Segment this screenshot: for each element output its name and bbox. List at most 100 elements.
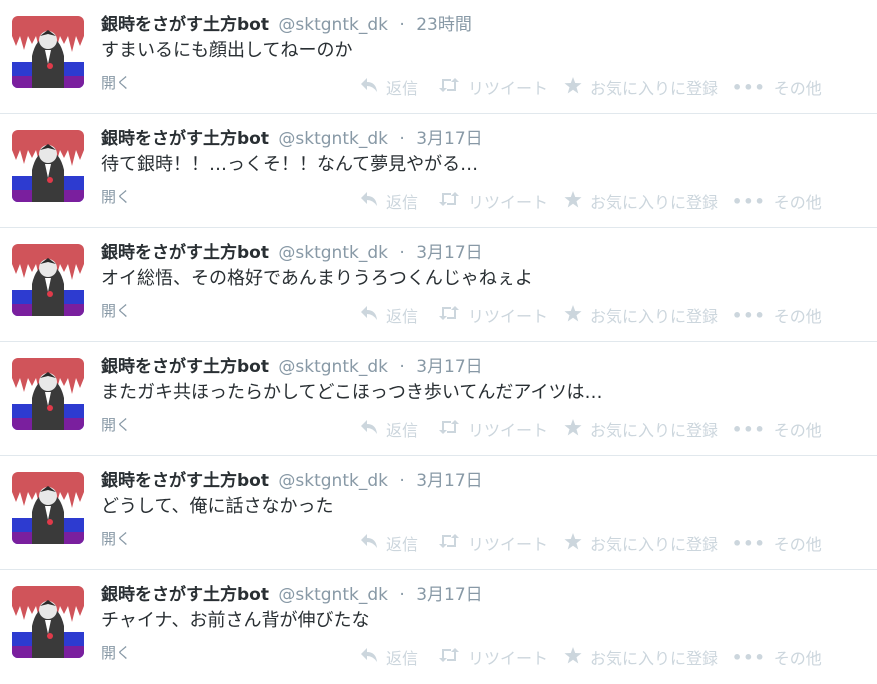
separator-dot: · <box>399 357 405 377</box>
favorite-label: お気に入りに登録 <box>590 535 719 554</box>
more-button[interactable]: ••• その他 <box>732 531 822 555</box>
display-name[interactable]: 銀時をさがす土方bot <box>101 357 269 377</box>
tweet[interactable]: 銀時をさがす土方bot @sktgntk_dk · 3月17日 待て銀時！！…っ… <box>0 114 877 228</box>
retweet-button[interactable]: リツイート <box>438 75 548 99</box>
separator-dot: · <box>399 585 405 605</box>
more-label: その他 <box>773 193 822 212</box>
display-name[interactable]: 銀時をさがす土方bot <box>101 129 269 149</box>
favorite-label: お気に入りに登録 <box>590 79 719 98</box>
display-name[interactable]: 銀時をさがす土方bot <box>101 585 269 605</box>
expand-link[interactable]: 開く <box>101 187 131 207</box>
retweet-icon <box>438 191 460 211</box>
avatar[interactable] <box>12 16 84 88</box>
tweet-text: またガキ共ほったらかしてどこほっつき歩いてんだアイツは… <box>101 382 603 403</box>
reply-button[interactable]: 返信 <box>360 75 418 99</box>
favorite-button[interactable]: お気に入りに登録 <box>564 417 718 441</box>
star-icon <box>564 418 582 440</box>
retweet-button[interactable]: リツイート <box>438 303 548 327</box>
favorite-label: お気に入りに登録 <box>590 421 719 440</box>
separator-dot: · <box>399 129 405 149</box>
tweet-header: 銀時をさがす土方bot @sktgntk_dk · 3月17日 <box>101 128 483 150</box>
reply-icon <box>360 647 378 667</box>
username[interactable]: @sktgntk_dk <box>278 243 388 263</box>
avatar[interactable] <box>12 130 84 202</box>
username[interactable]: @sktgntk_dk <box>278 585 388 605</box>
favorite-button[interactable]: お気に入りに登録 <box>564 303 718 327</box>
expand-link[interactable]: 開く <box>101 301 131 321</box>
more-dots-icon: ••• <box>732 419 766 439</box>
avatar[interactable] <box>12 472 84 544</box>
tweet-actions: 返信 リツイート お気に入りに登録 ••• その他 <box>360 418 860 440</box>
display-name[interactable]: 銀時をさがす土方bot <box>101 471 269 491</box>
tweet[interactable]: 銀時をさがす土方bot @sktgntk_dk · 3月17日 またガキ共ほった… <box>0 342 877 456</box>
retweet-label: リツイート <box>468 79 549 98</box>
expand-link[interactable]: 開く <box>101 643 131 663</box>
tweet-actions: 返信 リツイート お気に入りに登録 ••• その他 <box>360 646 860 668</box>
timestamp[interactable]: 23時間 <box>416 15 472 35</box>
star-icon <box>564 304 582 326</box>
reply-button[interactable]: 返信 <box>360 189 418 213</box>
expand-link[interactable]: 開く <box>101 529 131 549</box>
retweet-icon <box>438 77 460 97</box>
more-dots-icon: ••• <box>732 77 766 97</box>
reply-label: 返信 <box>386 649 419 668</box>
timestamp[interactable]: 3月17日 <box>416 243 482 263</box>
reply-label: 返信 <box>386 307 419 326</box>
retweet-button[interactable]: リツイート <box>438 531 548 555</box>
tweet-text: どうして、俺に話さなかった <box>101 496 334 517</box>
retweet-icon <box>438 647 460 667</box>
tweet[interactable]: 銀時をさがす土方bot @sktgntk_dk · 23時間 すまいるにも顔出し… <box>0 0 877 114</box>
tweet-header: 銀時をさがす土方bot @sktgntk_dk · 3月17日 <box>101 356 483 378</box>
reply-label: 返信 <box>386 193 419 212</box>
retweet-button[interactable]: リツイート <box>438 189 548 213</box>
timestamp[interactable]: 3月17日 <box>416 357 482 377</box>
more-label: その他 <box>773 307 822 326</box>
reply-button[interactable]: 返信 <box>360 531 418 555</box>
tweet-actions: 返信 リツイート お気に入りに登録 ••• その他 <box>360 532 860 554</box>
username[interactable]: @sktgntk_dk <box>278 471 388 491</box>
expand-link[interactable]: 開く <box>101 73 131 93</box>
reply-button[interactable]: 返信 <box>360 417 418 441</box>
favorite-button[interactable]: お気に入りに登録 <box>564 75 718 99</box>
favorite-button[interactable]: お気に入りに登録 <box>564 189 718 213</box>
username[interactable]: @sktgntk_dk <box>278 357 388 377</box>
favorite-button[interactable]: お気に入りに登録 <box>564 645 718 669</box>
tweet-text: 待て銀時！！…っくそ！！なんて夢見やがる… <box>101 154 479 175</box>
more-button[interactable]: ••• その他 <box>732 189 822 213</box>
tweet-header: 銀時をさがす土方bot @sktgntk_dk · 3月17日 <box>101 470 483 492</box>
avatar[interactable] <box>12 244 84 316</box>
favorite-label: お気に入りに登録 <box>590 649 719 668</box>
username[interactable]: @sktgntk_dk <box>278 129 388 149</box>
tweet-text: チャイナ、お前さん背が伸びたな <box>101 610 370 631</box>
more-button[interactable]: ••• その他 <box>732 303 822 327</box>
favorite-label: お気に入りに登録 <box>590 193 719 212</box>
more-button[interactable]: ••• その他 <box>732 417 822 441</box>
reply-button[interactable]: 返信 <box>360 645 418 669</box>
reply-button[interactable]: 返信 <box>360 303 418 327</box>
retweet-button[interactable]: リツイート <box>438 645 548 669</box>
timestamp[interactable]: 3月17日 <box>416 129 482 149</box>
more-button[interactable]: ••• その他 <box>732 75 822 99</box>
display-name[interactable]: 銀時をさがす土方bot <box>101 15 269 35</box>
retweet-icon <box>438 305 460 325</box>
tweet-actions: 返信 リツイート お気に入りに登録 ••• その他 <box>360 190 860 212</box>
retweet-icon <box>438 533 460 553</box>
more-dots-icon: ••• <box>732 305 766 325</box>
avatar[interactable] <box>12 586 84 658</box>
tweet[interactable]: 銀時をさがす土方bot @sktgntk_dk · 3月17日 オイ総悟、その格… <box>0 228 877 342</box>
retweet-label: リツイート <box>468 307 549 326</box>
expand-link[interactable]: 開く <box>101 415 131 435</box>
favorite-button[interactable]: お気に入りに登録 <box>564 531 718 555</box>
timestamp[interactable]: 3月17日 <box>416 585 482 605</box>
timestamp[interactable]: 3月17日 <box>416 471 482 491</box>
retweet-button[interactable]: リツイート <box>438 417 548 441</box>
tweet[interactable]: 銀時をさがす土方bot @sktgntk_dk · 3月17日 チャイナ、お前さ… <box>0 570 877 684</box>
display-name[interactable]: 銀時をさがす土方bot <box>101 243 269 263</box>
separator-dot: · <box>399 15 405 35</box>
reply-label: 返信 <box>386 535 419 554</box>
username[interactable]: @sktgntk_dk <box>278 15 388 35</box>
star-icon <box>564 646 582 668</box>
more-button[interactable]: ••• その他 <box>732 645 822 669</box>
avatar[interactable] <box>12 358 84 430</box>
tweet[interactable]: 銀時をさがす土方bot @sktgntk_dk · 3月17日 どうして、俺に話… <box>0 456 877 570</box>
